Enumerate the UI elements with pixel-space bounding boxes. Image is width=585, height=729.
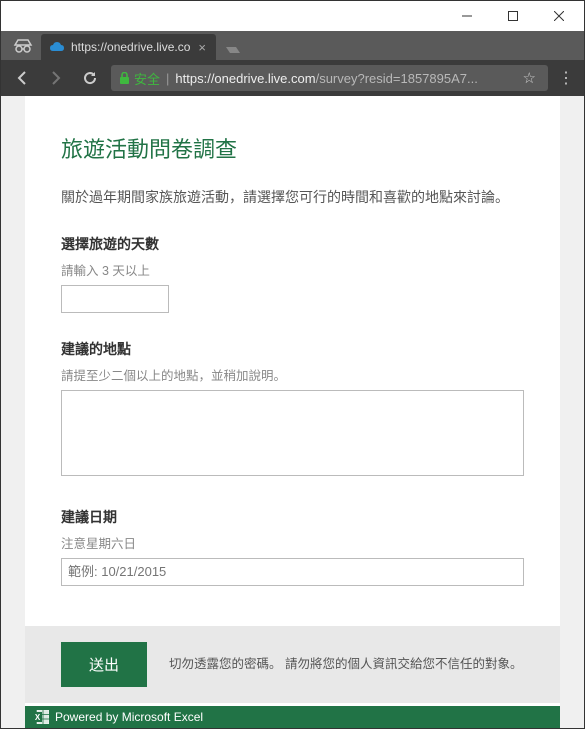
tab-close-icon[interactable]: ×	[198, 40, 206, 55]
excel-icon: X	[33, 710, 49, 724]
incognito-icon	[9, 32, 37, 60]
forward-button[interactable]	[43, 65, 69, 91]
submit-footer: 送出 切勿透露您的密碼。 請勿將您的個人資訊交給您不信任的對象。	[25, 626, 560, 703]
survey-card: 旅遊活動問卷調查 關於過年期間家族旅遊活動，請選擇您可行的時間和喜歡的地點來討論…	[25, 96, 560, 728]
field-date: 建議日期 注意星期六日	[61, 507, 524, 586]
date-input[interactable]	[61, 558, 524, 586]
field-place-label: 建議的地點	[61, 339, 524, 359]
page-viewport: 旅遊活動問卷調查 關於過年期間家族旅遊活動，請選擇您可行的時間和喜歡的地點來討論…	[1, 96, 584, 728]
submit-button[interactable]: 送出	[61, 642, 147, 687]
field-place: 建議的地點 請提至少二個以上的地點，並稍加說明。	[61, 339, 524, 481]
field-place-hint: 請提至少二個以上的地點，並稍加說明。	[61, 365, 524, 384]
back-button[interactable]	[9, 65, 35, 91]
tab-title: https://onedrive.live.co	[71, 40, 190, 54]
place-textarea[interactable]	[61, 390, 524, 476]
survey-description: 關於過年期間家族旅遊活動，請選擇您可行的時間和喜歡的地點來討論。	[61, 186, 524, 210]
field-date-hint: 注意星期六日	[61, 533, 524, 552]
window-close-button[interactable]	[536, 1, 582, 31]
days-input[interactable]	[61, 285, 169, 313]
browser-menu-button[interactable]: ⋮	[556, 68, 576, 88]
browser-tab-bar: https://onedrive.live.co ×	[1, 31, 584, 60]
url-path: /survey?resid=1857895A7...	[316, 71, 478, 86]
field-days: 選擇旅遊的天數 請輸入 3 天以上	[61, 234, 524, 313]
browser-tab[interactable]: https://onedrive.live.co ×	[41, 34, 216, 60]
url-divider: |	[166, 71, 169, 86]
powered-by-label: Powered by Microsoft Excel	[55, 710, 203, 724]
lock-icon	[119, 72, 130, 85]
footer-warning: 切勿透露您的密碼。 請勿將您的個人資訊交給您不信任的對象。	[169, 655, 524, 674]
new-tab-button[interactable]	[222, 40, 244, 60]
cloud-icon	[49, 39, 65, 55]
window-titlebar	[1, 1, 584, 31]
bookmark-star-icon[interactable]: ☆	[519, 69, 540, 87]
powered-by-bar: X Powered by Microsoft Excel	[25, 706, 560, 728]
field-date-label: 建議日期	[61, 507, 524, 527]
window-minimize-button[interactable]	[444, 1, 490, 31]
field-days-label: 選擇旅遊的天數	[61, 234, 524, 254]
url-host: https://onedrive.live.com	[175, 71, 315, 86]
browser-address-bar: 安全 | https://onedrive.live.com/survey?re…	[1, 60, 584, 96]
survey-title: 旅遊活動問卷調查	[61, 132, 524, 164]
svg-text:X: X	[35, 713, 41, 722]
url-input[interactable]: 安全 | https://onedrive.live.com/survey?re…	[111, 65, 548, 91]
secure-label: 安全	[134, 69, 160, 88]
window-maximize-button[interactable]	[490, 1, 536, 31]
reload-button[interactable]	[77, 65, 103, 91]
field-days-hint: 請輸入 3 天以上	[61, 260, 524, 279]
